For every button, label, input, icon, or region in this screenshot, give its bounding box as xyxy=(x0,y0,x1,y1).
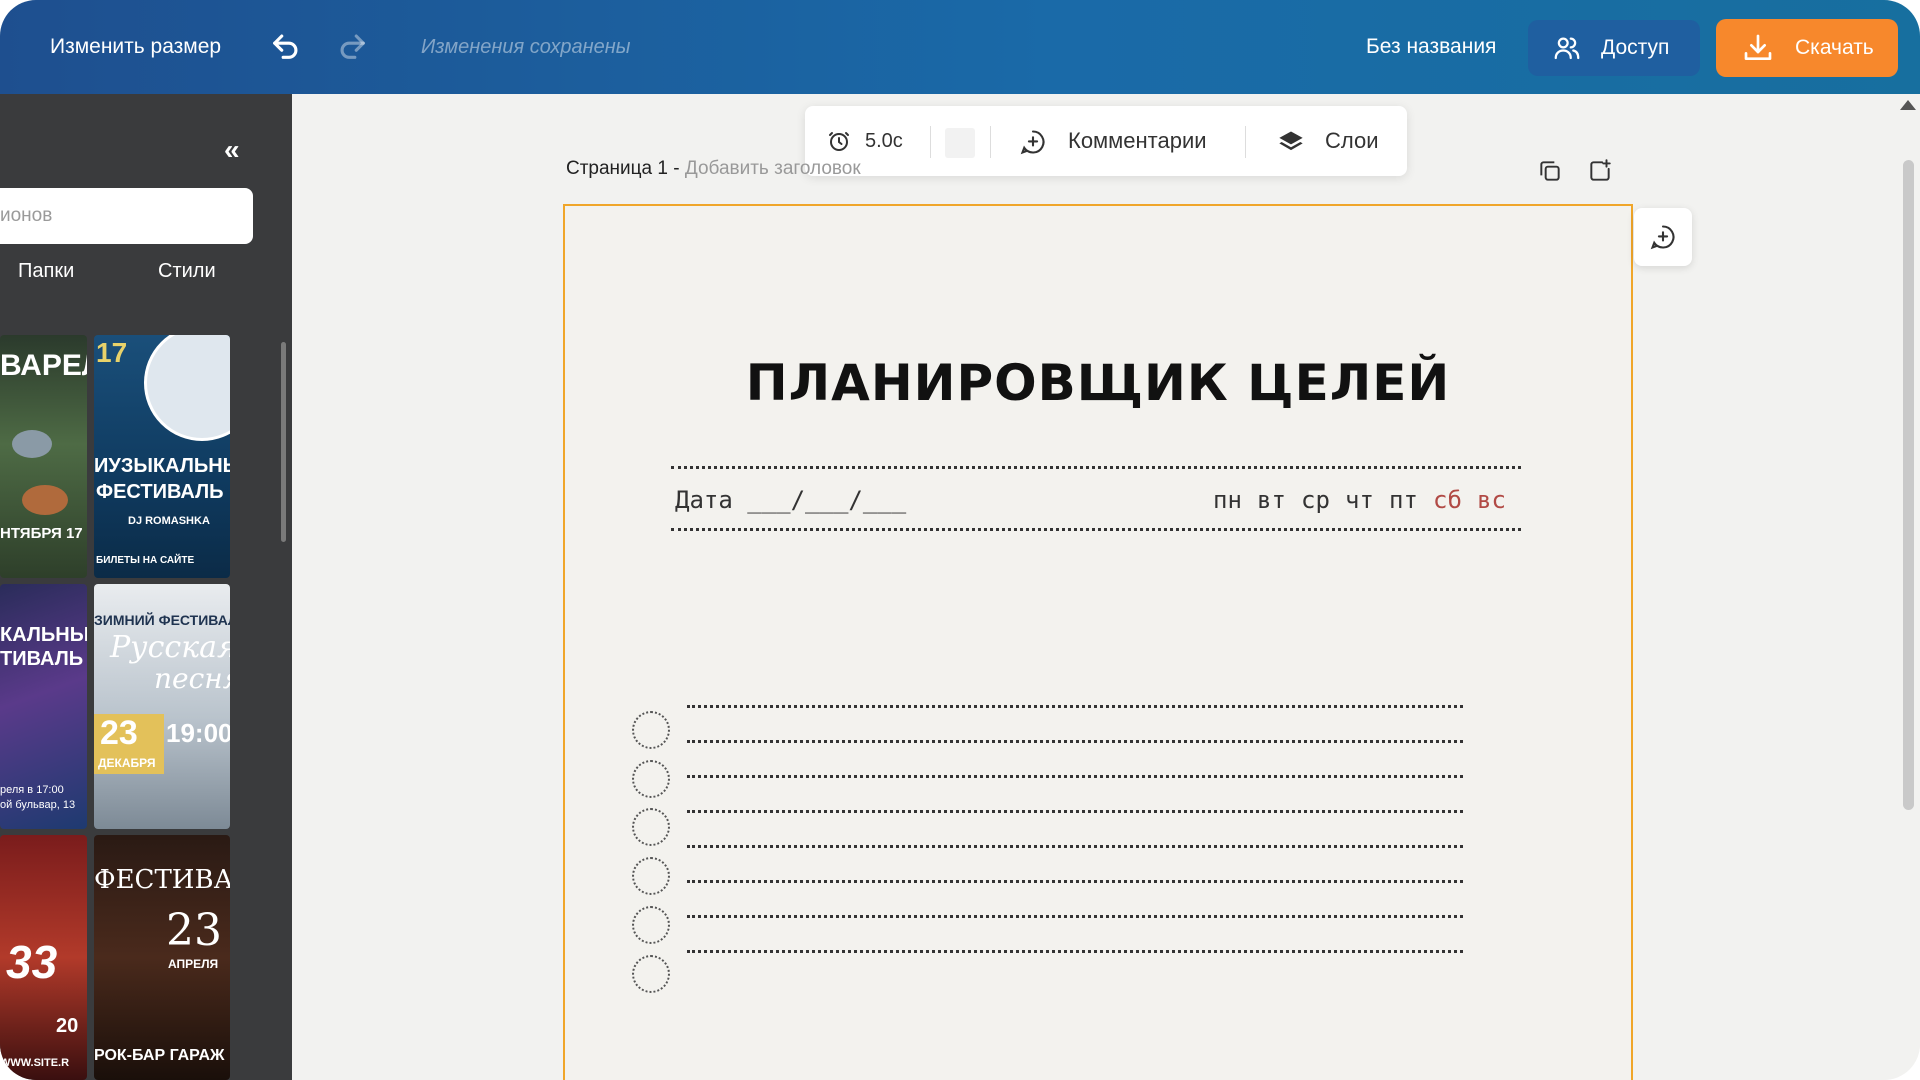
comment-icon xyxy=(1020,130,1045,155)
floating-toolbar: 5.0с Комментарии Слои xyxy=(805,106,1407,176)
search-placeholder: ионов xyxy=(0,205,53,226)
duplicate-page-icon[interactable] xyxy=(1537,158,1563,184)
goal-line[interactable] xyxy=(687,845,1463,848)
page-title-input[interactable]: Добавить заголовок xyxy=(685,158,861,179)
timer-icon xyxy=(829,132,849,151)
sidebar-scrollbar[interactable] xyxy=(281,342,286,542)
divider xyxy=(930,126,931,158)
goal-line[interactable] xyxy=(687,950,1463,953)
timer-button[interactable]: 5.0с xyxy=(865,106,903,176)
divider xyxy=(1245,126,1246,158)
day-sun: вс xyxy=(1477,486,1506,514)
comment-add-icon xyxy=(1650,225,1675,250)
search-input[interactable]: ионов xyxy=(0,188,253,244)
goal-line[interactable] xyxy=(687,775,1463,778)
goal-checkbox[interactable] xyxy=(632,955,670,993)
goal-checkbox[interactable] xyxy=(632,906,670,944)
goal-line[interactable] xyxy=(687,880,1463,883)
add-comment-button[interactable] xyxy=(1634,208,1692,266)
layers-icon xyxy=(1279,131,1303,151)
planner-title[interactable]: ПЛАНИРОВЩИК ЦЕЛЕЙ xyxy=(565,354,1631,412)
day-mon: пн xyxy=(1213,486,1242,514)
scroll-up-icon[interactable] xyxy=(1900,100,1916,110)
goal-checkbox[interactable] xyxy=(632,857,670,895)
dotted-divider xyxy=(671,528,1521,531)
add-page-icon[interactable] xyxy=(1587,158,1613,184)
goal-checkbox[interactable] xyxy=(632,760,670,798)
goal-line[interactable] xyxy=(687,810,1463,813)
app-window: Изменить размер Изменения сохранены Без … xyxy=(0,0,1920,1080)
day-sat: сб xyxy=(1433,486,1462,514)
template-thumbnail[interactable]: 33 20 WWW.SITE.R xyxy=(0,835,87,1080)
tab-folders[interactable]: Папки xyxy=(18,260,74,283)
top-bar: Изменить размер Изменения сохранены Без … xyxy=(0,0,1920,94)
resize-button[interactable]: Изменить размер xyxy=(50,0,221,94)
sidebar: « ионов Папки Стили ВАРЕЛ НТЯБРЯ 17 17 И… xyxy=(0,94,292,1080)
canvas-scrollbar[interactable] xyxy=(1903,160,1914,810)
collapse-sidebar-icon[interactable]: « xyxy=(224,134,240,166)
page-label: Страница 1 - Добавить заголовок xyxy=(566,158,861,180)
goal-checkbox[interactable] xyxy=(632,711,670,749)
page-number: Страница 1 - xyxy=(566,158,680,179)
goal-line[interactable] xyxy=(687,915,1463,918)
comments-button[interactable]: Комментарии xyxy=(1068,106,1207,176)
goal-checkbox[interactable] xyxy=(632,808,670,846)
download-icon xyxy=(1744,34,1772,60)
day-wed: ср xyxy=(1301,486,1330,514)
divider xyxy=(990,126,991,158)
access-label: Доступ xyxy=(1601,36,1670,59)
day-tue: вт xyxy=(1257,486,1286,514)
undo-icon[interactable] xyxy=(269,29,303,63)
template-thumbnail[interactable]: КАЛЬНЫ ТИВАЛЬ реля в 17:00 ой бульвар, 1… xyxy=(0,584,87,829)
users-icon xyxy=(1554,37,1580,60)
day-thu: чт xyxy=(1345,486,1374,514)
day-fri: пт xyxy=(1389,486,1418,514)
layers-button[interactable]: Слои xyxy=(1325,106,1379,176)
save-status: Изменения сохранены xyxy=(421,36,631,58)
dotted-divider xyxy=(671,466,1521,469)
access-button[interactable]: Доступ xyxy=(1528,20,1700,76)
document-page[interactable]: ПЛАНИРОВЩИК ЦЕЛЕЙ Дата ___/___/___ пн вт… xyxy=(563,204,1633,1080)
download-button[interactable]: Скачать xyxy=(1716,19,1898,77)
color-swatch[interactable] xyxy=(945,128,975,158)
goal-line[interactable] xyxy=(687,705,1463,708)
template-thumbnail[interactable]: ВАРЕЛ НТЯБРЯ 17 xyxy=(0,335,87,578)
template-thumbnail[interactable]: ЗИМНИЙ ФЕСТИВАЛЬ Русская песня 23 19:00 … xyxy=(94,584,230,829)
download-label: Скачать xyxy=(1795,36,1874,59)
document-title[interactable]: Без названия xyxy=(1366,0,1496,94)
template-thumbnail[interactable]: 17 ИУЗЫКАЛЬНЫЙ ФЕСТИВАЛЬ DJ ROMASHKA БИЛ… xyxy=(94,335,230,578)
goal-line[interactable] xyxy=(687,740,1463,743)
template-thumbnail[interactable]: ФЕСТИВАЛ 23 АПРЕЛЯ РОК-БАР ГАРАЖ xyxy=(94,835,230,1080)
tab-styles[interactable]: Стили xyxy=(158,260,216,283)
date-field[interactable]: Дата ___/___/___ xyxy=(675,486,906,514)
redo-icon[interactable] xyxy=(335,29,369,63)
